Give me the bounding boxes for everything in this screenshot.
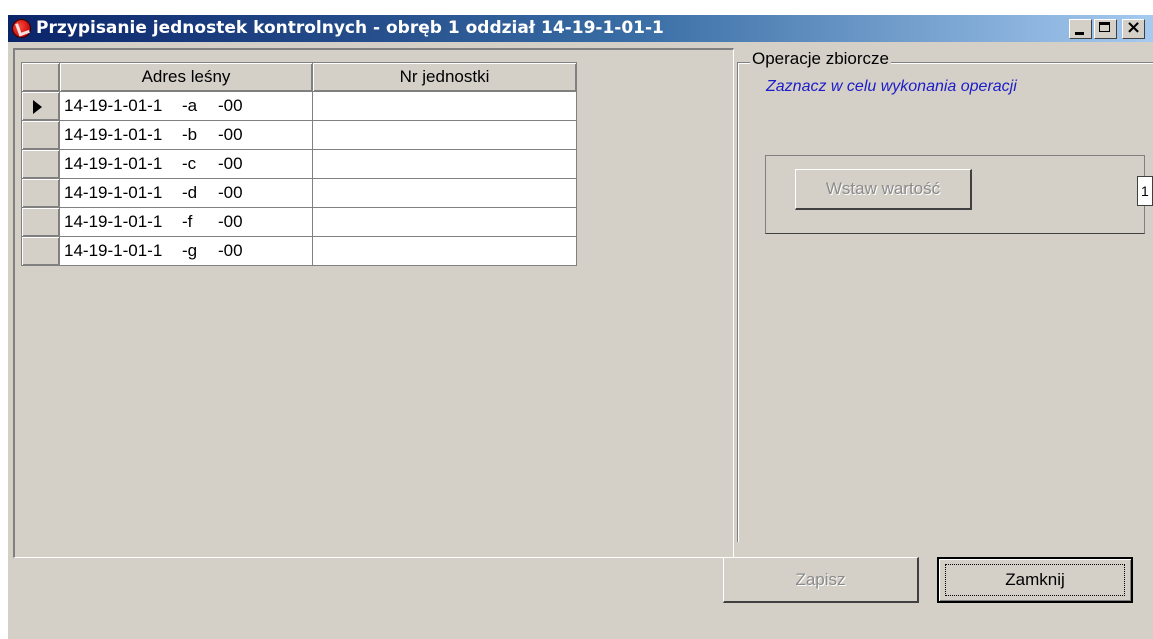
cell-unit-number[interactable] bbox=[312, 120, 577, 150]
close-label: Zamknij bbox=[1005, 570, 1065, 589]
cell-address[interactable]: 14-19-1-01-1 -b -00 bbox=[59, 120, 313, 150]
address-subdivision: -f bbox=[182, 212, 193, 231]
table-row[interactable]: 14-19-1-01-1 -b -00 bbox=[21, 120, 577, 150]
address-subdivision: -g bbox=[182, 241, 198, 260]
row-indicator[interactable] bbox=[21, 236, 60, 266]
address-code: 14-19-1-01-1 bbox=[64, 125, 163, 144]
close-window-button[interactable]: × bbox=[1122, 17, 1145, 39]
cell-address[interactable]: 14-19-1-01-1 -g -00 bbox=[59, 236, 313, 266]
insert-value-button[interactable]: Wstaw wartość bbox=[795, 169, 972, 210]
current-row-arrow-icon bbox=[33, 100, 42, 114]
minimize-button[interactable] bbox=[1069, 19, 1092, 39]
column-header-address[interactable]: Adres leśny bbox=[59, 62, 313, 92]
cell-unit-number[interactable] bbox=[312, 149, 577, 179]
table-row[interactable]: 14-19-1-01-1 -c -00 bbox=[21, 149, 577, 179]
address-subdivision: -d bbox=[182, 183, 198, 202]
table-row[interactable]: 14-19-1-01-1 -f -00 bbox=[21, 207, 577, 237]
cell-unit-number[interactable] bbox=[312, 236, 577, 266]
value-input[interactable]: 1 bbox=[1137, 176, 1153, 206]
address-code: 14-19-1-01-1 bbox=[64, 241, 163, 260]
window-title: Przypisanie jednostek kontrolnych - obrę… bbox=[36, 18, 664, 38]
table-row[interactable]: 14-19-1-01-1 -d -00 bbox=[21, 178, 577, 208]
address-suffix: -00 bbox=[218, 212, 243, 231]
address-subdivision: -a bbox=[182, 96, 198, 115]
cell-unit-number[interactable] bbox=[312, 91, 577, 121]
column-header-unit-number[interactable]: Nr jednostki bbox=[312, 62, 577, 92]
cell-address[interactable]: 14-19-1-01-1 -f -00 bbox=[59, 207, 313, 237]
address-code: 14-19-1-01-1 bbox=[64, 154, 163, 173]
row-indicator[interactable] bbox=[21, 120, 60, 150]
cell-unit-number[interactable] bbox=[312, 207, 577, 237]
indicator-header bbox=[21, 62, 60, 92]
address-suffix: -00 bbox=[218, 125, 243, 144]
cell-unit-number[interactable] bbox=[312, 178, 577, 208]
units-grid[interactable]: Adres leśny Nr jednostki 14-19-1-01-1 -a -… bbox=[13, 48, 734, 558]
address-suffix: -00 bbox=[218, 154, 243, 173]
cell-address[interactable]: 14-19-1-01-1 -d -00 bbox=[59, 178, 313, 208]
operation-hint: Zaznacz w celu wykonania operacji bbox=[766, 78, 1017, 95]
table-row[interactable]: 14-19-1-01-1 -g -00 bbox=[21, 236, 577, 266]
row-indicator[interactable] bbox=[21, 207, 60, 237]
address-subdivision: -b bbox=[182, 125, 198, 144]
maximize-button[interactable] bbox=[1094, 19, 1117, 39]
units-table: Adres leśny Nr jednostki 14-19-1-01-1 -a -… bbox=[21, 62, 577, 266]
bulk-operations-group bbox=[737, 62, 1153, 542]
cell-address[interactable]: 14-19-1-01-1 -a -00 bbox=[59, 91, 313, 121]
address-suffix: -00 bbox=[218, 183, 243, 202]
app-icon[interactable] bbox=[12, 19, 31, 38]
group-legend: Operacje zbiorcze bbox=[750, 49, 892, 69]
save-button[interactable]: Zapisz bbox=[723, 557, 919, 603]
close-icon: × bbox=[1126, 17, 1142, 38]
header-row: Adres leśny Nr jednostki bbox=[21, 62, 577, 92]
address-code: 14-19-1-01-1 bbox=[64, 183, 163, 202]
table-row[interactable]: 14-19-1-01-1 -a -00 bbox=[21, 91, 577, 121]
row-indicator[interactable] bbox=[21, 178, 60, 208]
title-bar[interactable]: Przypisanie jednostek kontrolnych - obrę… bbox=[8, 15, 1153, 42]
row-indicator[interactable] bbox=[21, 149, 60, 179]
save-label: Zapisz bbox=[795, 570, 846, 589]
cell-address[interactable]: 14-19-1-01-1 -c -00 bbox=[59, 149, 313, 179]
address-suffix: -00 bbox=[218, 96, 243, 115]
row-indicator[interactable] bbox=[21, 91, 60, 121]
address-code: 14-19-1-01-1 bbox=[64, 212, 163, 231]
close-button[interactable]: Zamknij bbox=[937, 557, 1133, 603]
address-code: 14-19-1-01-1 bbox=[64, 96, 163, 115]
address-suffix: -00 bbox=[218, 241, 243, 260]
address-subdivision: -c bbox=[182, 154, 197, 173]
